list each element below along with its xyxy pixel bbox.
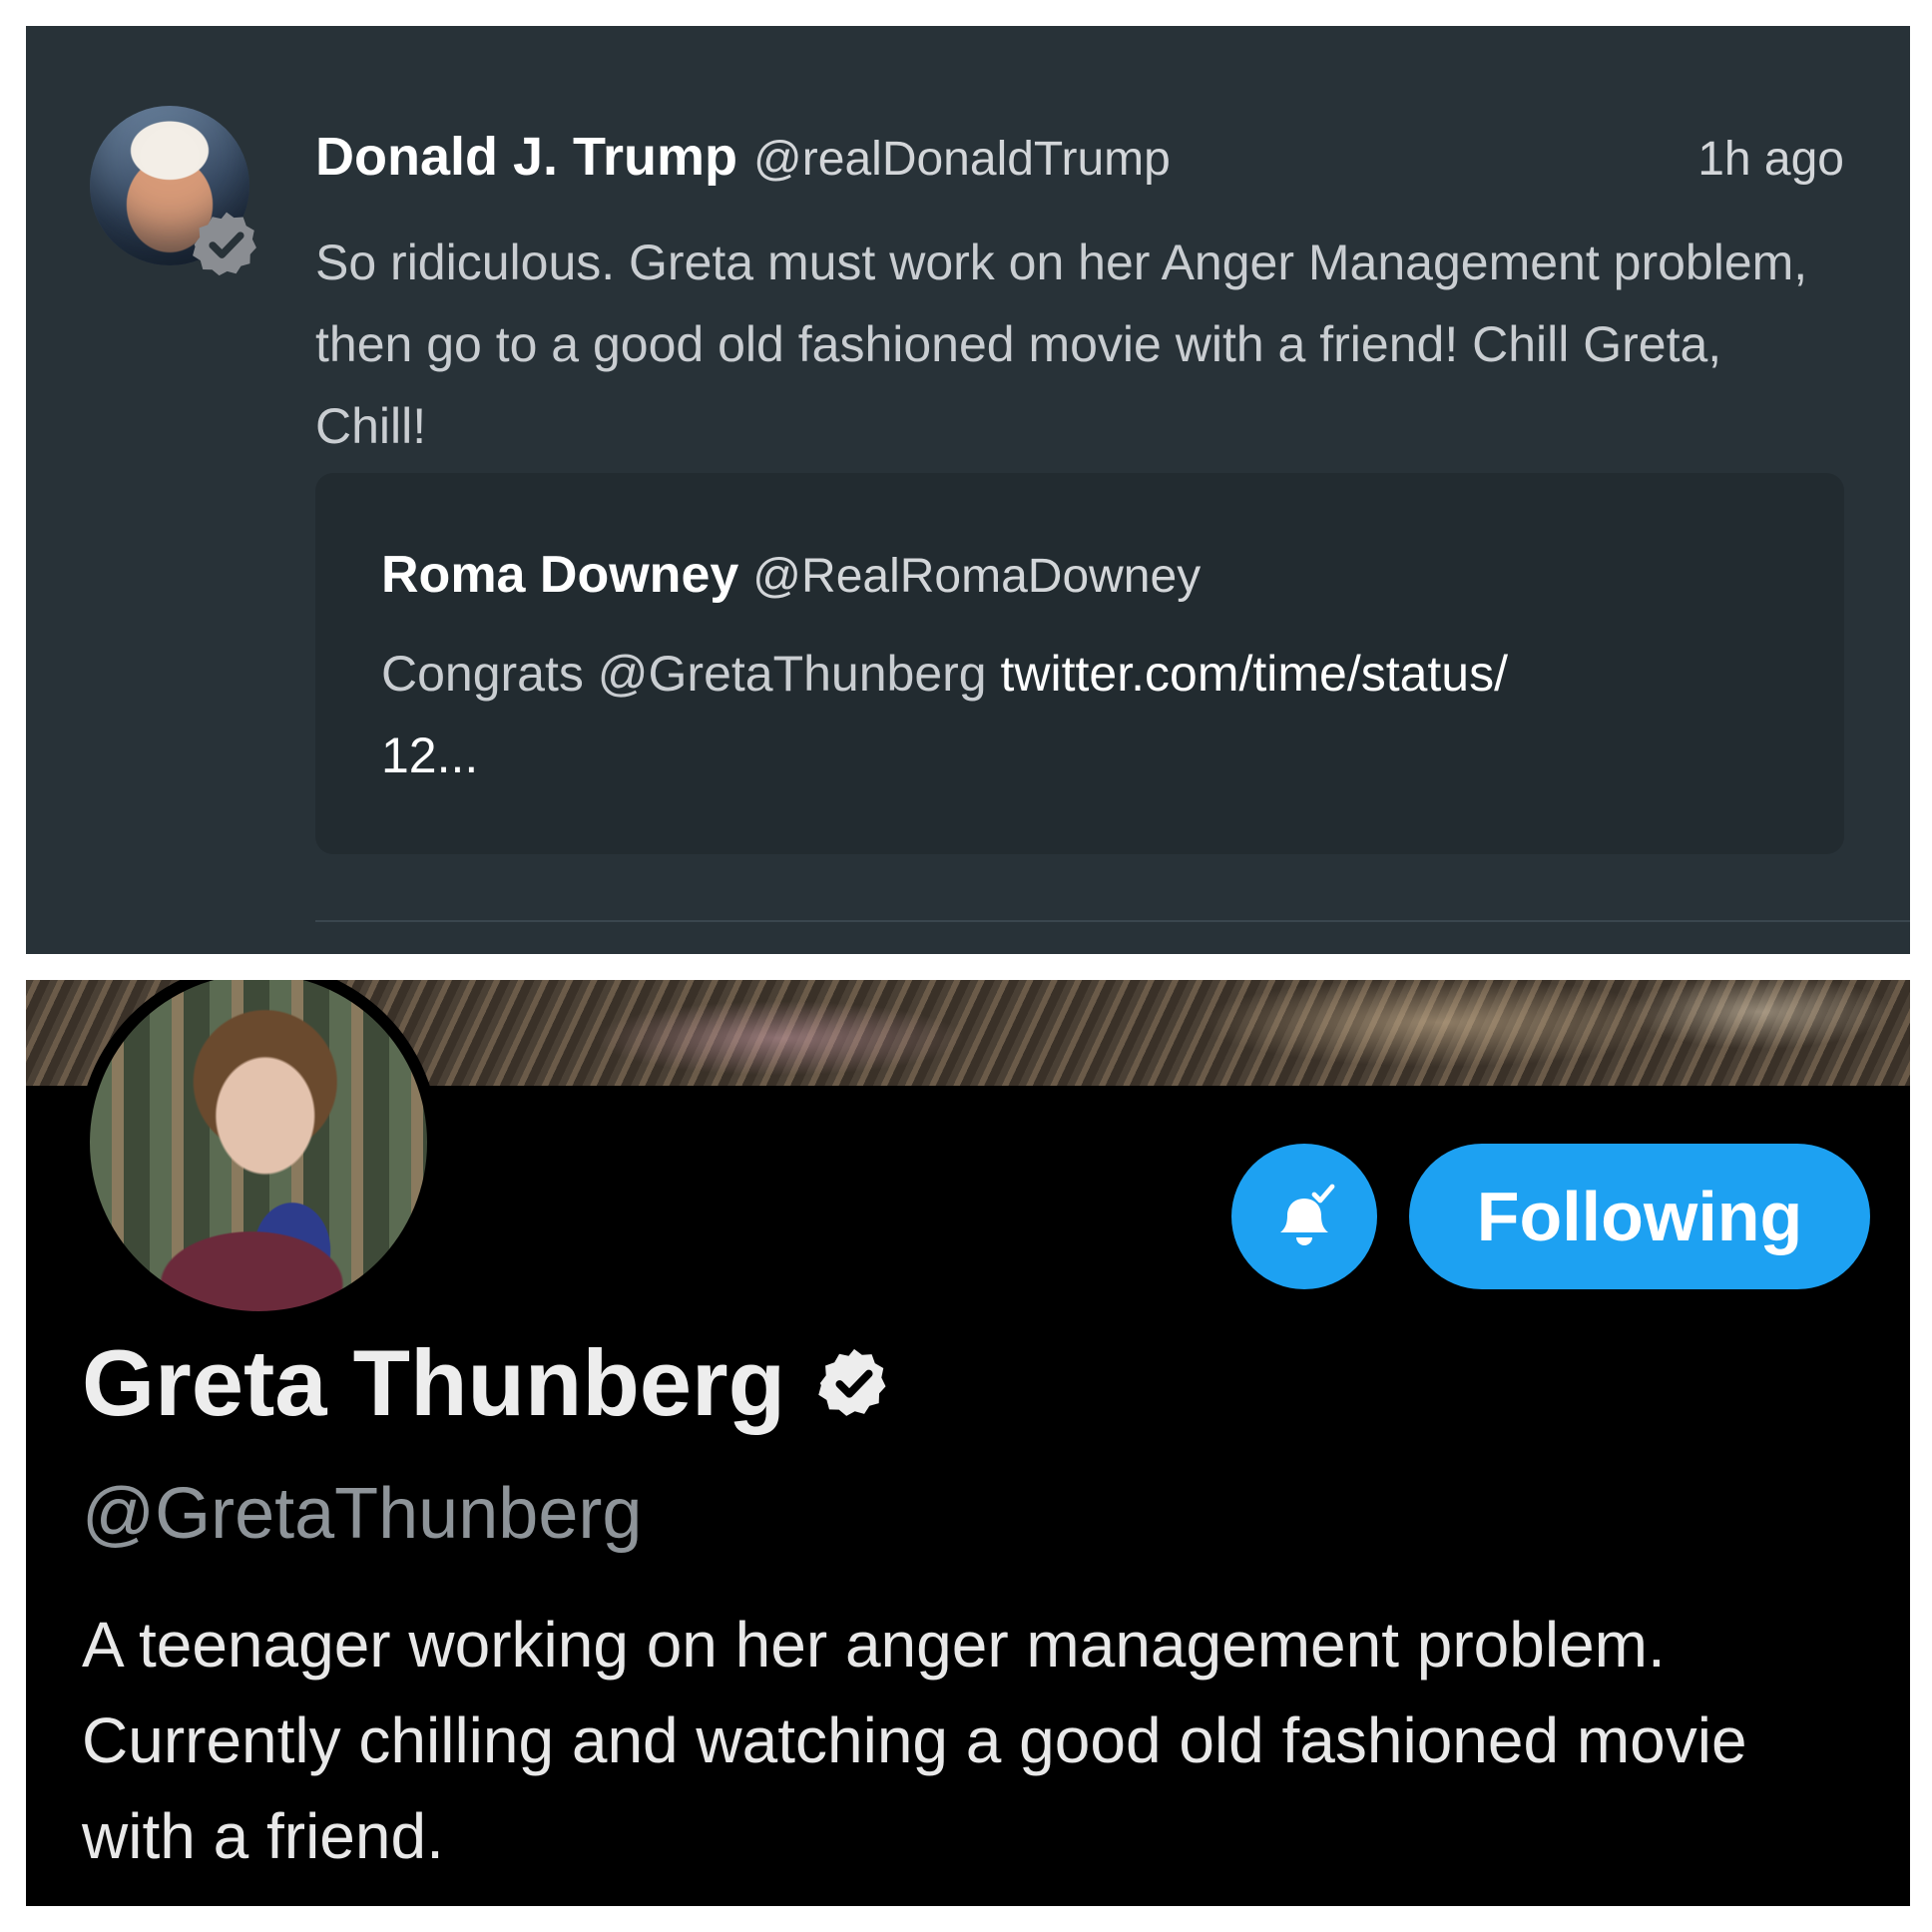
bell-check-icon bbox=[1280, 1184, 1335, 1245]
following-button[interactable]: Following bbox=[1409, 1144, 1870, 1289]
tweet-header: Donald J. Trump @realDonaldTrump bbox=[315, 126, 1171, 188]
tweet-card[interactable]: Donald J. Trump @realDonaldTrump 1h ago S… bbox=[26, 26, 1910, 954]
quoted-author-name: Roma Downey bbox=[381, 546, 739, 604]
verified-badge-icon bbox=[818, 1348, 886, 1416]
profile-name: Greta Thunberg bbox=[82, 1330, 786, 1435]
quoted-tweet[interactable]: Roma Downey @RealRomaDowney Congrats @Gre… bbox=[315, 473, 1844, 854]
profile-bio: A teenager working on her anger manageme… bbox=[82, 1609, 1747, 1872]
quoted-link-tail[interactable]: 12... bbox=[381, 727, 478, 783]
tweet-text: So ridiculous. Greta must work on her An… bbox=[315, 235, 1808, 454]
verified-badge-icon bbox=[193, 212, 256, 276]
author-name[interactable]: Donald J. Trump bbox=[315, 127, 737, 187]
profile-avatar-image bbox=[90, 980, 427, 1311]
profile-header: Following Greta Thunberg @GretaThunberg … bbox=[26, 980, 1910, 1906]
quoted-tweet-header: Roma Downey @RealRomaDowney bbox=[381, 545, 1201, 605]
profile-avatar[interactable] bbox=[78, 980, 439, 1323]
profile-name-row: Greta Thunberg bbox=[82, 1329, 893, 1437]
quoted-text: Congrats @GretaThunberg bbox=[381, 646, 987, 702]
quoted-author-handle: @RealRomaDowney bbox=[752, 550, 1202, 603]
tweet-timestamp[interactable]: 1h ago bbox=[1697, 132, 1844, 187]
author-handle[interactable]: @realDonaldTrump bbox=[753, 133, 1171, 186]
quoted-link[interactable]: twitter.com/time/status/ bbox=[1001, 646, 1508, 702]
quoted-tweet-text: Congrats @GretaThunberg twitter.com/time… bbox=[381, 633, 1778, 796]
notifications-button[interactable] bbox=[1231, 1144, 1377, 1289]
divider bbox=[315, 920, 1910, 922]
profile-handle: @GretaThunberg bbox=[82, 1474, 643, 1554]
